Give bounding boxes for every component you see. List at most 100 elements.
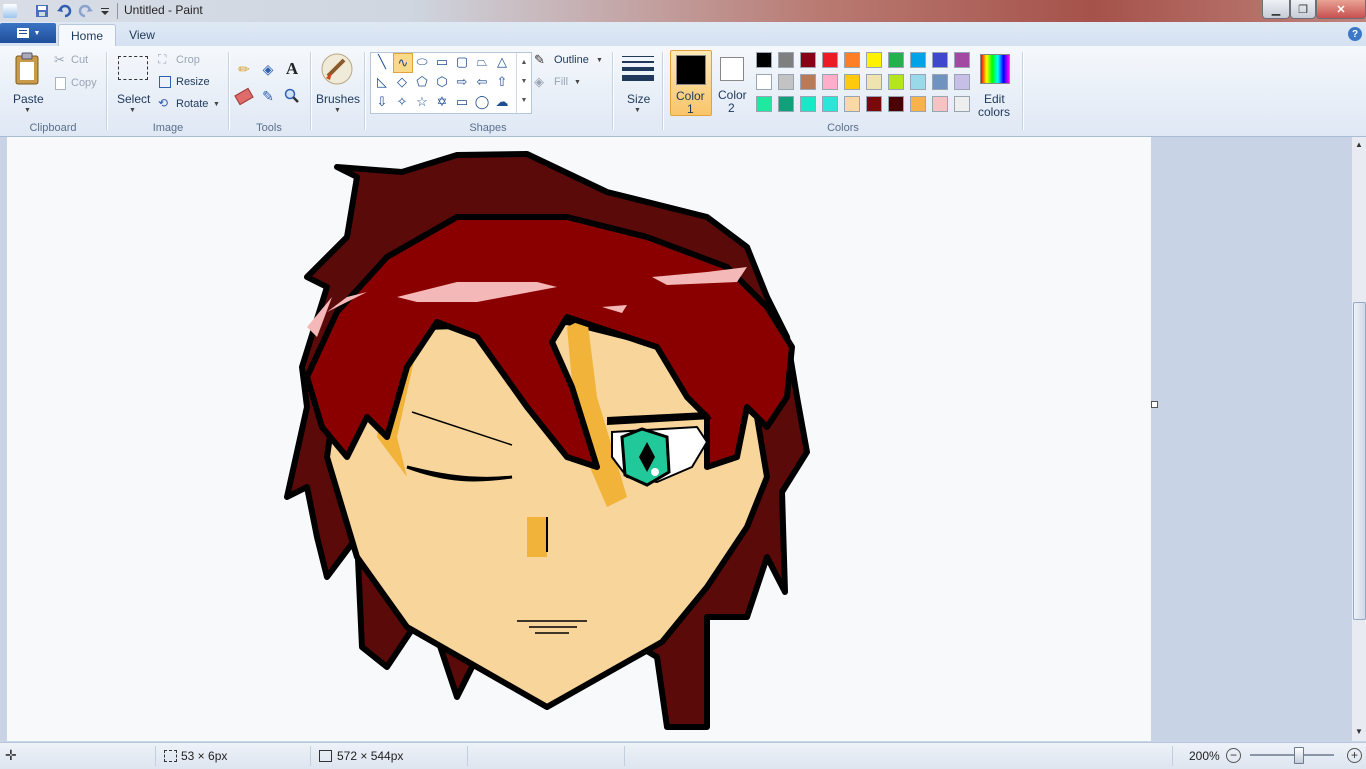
rounded-callout-shape-icon[interactable]: ▭ (453, 93, 471, 111)
up-arrow-shape-icon[interactable]: ⇧ (493, 73, 511, 91)
minimize-button[interactable]: ▁ (1262, 0, 1290, 19)
palette-color-swatch[interactable] (910, 52, 926, 68)
color2-button[interactable]: Color 2 (714, 50, 752, 115)
oval-shape-icon[interactable]: ⬭ (413, 53, 431, 71)
text-icon[interactable]: A (282, 59, 302, 79)
color2-swatch (720, 57, 744, 81)
ribbon-tab-bar (0, 22, 1366, 47)
scroll-up-arrow-icon[interactable]: ▲ (1355, 140, 1363, 149)
color-picker-icon[interactable]: ✎ (258, 86, 278, 106)
fill-icon[interactable]: ◈ (258, 59, 278, 79)
tab-home[interactable]: Home (58, 24, 116, 47)
palette-color-swatch[interactable] (888, 52, 904, 68)
edit-colors-button[interactable]: Edit colors (978, 50, 1012, 119)
tab-view[interactable]: View (120, 24, 164, 46)
outline-button[interactable]: ✎ Outline ▼ (534, 52, 608, 69)
redo-icon[interactable] (78, 3, 94, 19)
four-point-star-shape-icon[interactable]: ✧ (393, 93, 411, 111)
palette-color-swatch[interactable] (822, 74, 838, 90)
diamond-shape-icon[interactable]: ◇ (393, 73, 411, 91)
save-icon[interactable] (34, 3, 50, 19)
magnifier-icon[interactable] (282, 86, 302, 106)
palette-color-swatch[interactable] (756, 52, 772, 68)
palette-color-swatch[interactable] (844, 96, 860, 112)
cut-button[interactable]: ✂ Cut (54, 52, 104, 69)
palette-color-swatch[interactable] (954, 74, 970, 90)
palette-color-swatch[interactable] (756, 74, 772, 90)
palette-color-swatch[interactable] (756, 96, 772, 112)
palette-color-swatch[interactable] (800, 74, 816, 90)
rotate-button[interactable]: ⟲ Rotate ▼ (158, 96, 224, 113)
help-icon[interactable]: ? (1348, 27, 1362, 41)
palette-color-swatch[interactable] (800, 52, 816, 68)
drawing-canvas[interactable] (7, 137, 1151, 741)
zoom-in-icon[interactable]: + (1347, 748, 1362, 763)
palette-color-swatch[interactable] (888, 74, 904, 90)
palette-color-swatch[interactable] (822, 96, 838, 112)
palette-color-swatch[interactable] (932, 96, 948, 112)
fill-button[interactable]: ◈ Fill ▼ (534, 74, 594, 91)
palette-color-swatch[interactable] (778, 52, 794, 68)
resize-button[interactable]: Resize (158, 75, 218, 91)
paint-menu-button[interactable]: ▼ (0, 23, 56, 43)
palette-color-swatch[interactable] (822, 52, 838, 68)
palette-color-swatch[interactable] (910, 74, 926, 90)
palette-color-swatch[interactable] (954, 52, 970, 68)
palette-color-swatch[interactable] (844, 74, 860, 90)
palette-color-swatch[interactable] (778, 74, 794, 90)
cloud-callout-shape-icon[interactable]: ☁ (493, 93, 511, 111)
five-point-star-shape-icon[interactable]: ☆ (413, 93, 431, 111)
copy-icon (55, 77, 66, 90)
close-button[interactable]: ✕ (1316, 0, 1366, 19)
polygon-shape-icon[interactable]: ⏢ (473, 53, 491, 71)
palette-color-swatch[interactable] (778, 96, 794, 112)
crop-icon: ⛶ (158, 52, 167, 66)
select-button[interactable]: Select ▼ (114, 50, 150, 114)
zoom-out-icon[interactable]: − (1226, 748, 1241, 763)
pencil-icon[interactable]: ✏ (234, 59, 254, 79)
pentagon-shape-icon[interactable]: ⬠ (413, 73, 431, 91)
palette-color-swatch[interactable] (910, 96, 926, 112)
scroll-thumb[interactable] (1353, 302, 1366, 620)
color1-button[interactable]: Color 1 (670, 50, 712, 116)
zoom-slider-thumb[interactable] (1294, 747, 1304, 764)
right-triangle-shape-icon[interactable]: ◺ (373, 73, 391, 91)
right-arrow-shape-icon[interactable]: ⇨ (453, 73, 471, 91)
crop-button[interactable]: ⛶ Crop (158, 52, 218, 69)
palette-color-swatch[interactable] (866, 74, 882, 90)
triangle-shape-icon[interactable]: △ (493, 53, 511, 71)
palette-color-swatch[interactable] (844, 52, 860, 68)
left-arrow-shape-icon[interactable]: ⇦ (473, 73, 491, 91)
rectangle-shape-icon[interactable]: ▭ (433, 53, 451, 71)
paste-button[interactable]: Paste ▼ (6, 50, 48, 114)
hexagon-shape-icon[interactable]: ⬡ (433, 73, 451, 91)
palette-color-swatch[interactable] (932, 52, 948, 68)
palette-color-swatch[interactable] (932, 74, 948, 90)
size-button[interactable]: Size ▼ (616, 50, 658, 116)
copy-button[interactable]: Copy (54, 76, 104, 92)
maximize-button[interactable]: ❐ (1290, 0, 1316, 19)
canvas-resize-handle[interactable] (1151, 401, 1158, 408)
palette-color-swatch[interactable] (888, 96, 904, 112)
paint-menu-icon (16, 28, 29, 38)
image-group: Select ▼ ⛶ Crop Resize ⟲ Rotate ▼ Image (108, 46, 228, 136)
rounded-rectangle-shape-icon[interactable]: ▢ (453, 53, 471, 71)
scroll-down-arrow-icon[interactable]: ▼ (1355, 727, 1363, 736)
undo-icon[interactable] (56, 3, 72, 19)
brushes-button[interactable]: Brushes ▼ (314, 50, 360, 116)
palette-color-swatch[interactable] (954, 96, 970, 112)
rotate-label: Rotate (176, 98, 209, 110)
vertical-scrollbar[interactable]: ▲ ▼ (1352, 137, 1366, 741)
palette-color-swatch[interactable] (800, 96, 816, 112)
eraser-icon[interactable] (234, 86, 254, 106)
shapes-scrollbar[interactable]: ▲ ▼ ▼ (516, 53, 531, 113)
customize-icon[interactable] (99, 3, 111, 19)
six-point-star-shape-icon[interactable]: ✡ (433, 93, 451, 111)
curve-shape-icon[interactable]: ∿ (393, 53, 413, 73)
down-arrow-shape-icon[interactable]: ⇩ (373, 93, 391, 111)
palette-color-swatch[interactable] (866, 52, 882, 68)
palette-color-swatch[interactable] (866, 96, 882, 112)
oval-callout-shape-icon[interactable]: ◯ (473, 93, 491, 111)
line-shape-icon[interactable]: ╲ (373, 53, 391, 71)
zoom-slider-track[interactable] (1250, 754, 1334, 756)
